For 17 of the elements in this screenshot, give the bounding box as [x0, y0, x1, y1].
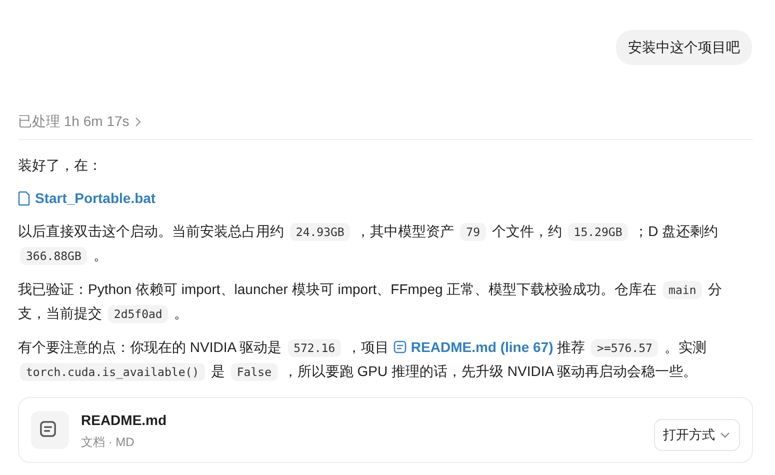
open-with-button[interactable]: 打开方式: [654, 419, 740, 451]
paragraph: 有个要注意的点：你现在的 NVIDIA 驱动是 572.16 ，项目 README.md (line 67) 推荐 >=576.57 。实测 torch.cuda.is_available() 是 False ，所以要跑 GPU 推理的话，先升级 NVIDIA 驱动再启动会稳一些。: [18, 338, 708, 383]
file-icon: [18, 190, 31, 206]
processed-label[interactable]: 已处理 1h 6m 17s: [18, 111, 130, 132]
file-link[interactable]: Start_Portable.bat: [18, 190, 156, 206]
user-message: 安装中这个项目吧: [616, 30, 752, 65]
document-icon: [39, 420, 57, 438]
paragraph: 装好了，在：: [18, 156, 103, 175]
chevron-down-icon: [719, 430, 731, 440]
file-name: README.md: [81, 410, 168, 430]
file-meta: 文档 · MD: [81, 434, 136, 450]
document-icon: [392, 340, 407, 354]
chevron-right-icon[interactable]: [133, 116, 144, 128]
file-card[interactable]: README.md 文档 · MD 打开方式: [18, 397, 753, 463]
paragraph: 我已验证：Python 依赖可 import、launcher 模块可 import、FFmpeg 正常、模型下载校验成功。仓库在 main 分支，当前提交 2d5f0ad 。: [18, 280, 724, 325]
readme-link[interactable]: README.md (line 67): [392, 339, 554, 355]
paragraph: 以后直接双击这个启动。当前安装总占用约 24.93GB ，其中模型资产 79 个文件，约 15.29GB ；D 盘还剩约 366.88GB 。: [18, 222, 720, 267]
